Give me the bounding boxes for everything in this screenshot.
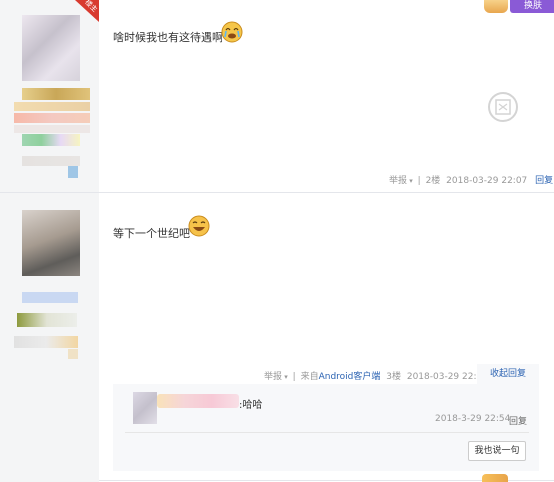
reply-username-blurred[interactable]: [157, 394, 239, 408]
source-prefix: 来自: [300, 372, 319, 382]
avatar-blurred[interactable]: [22, 15, 80, 81]
blurred-block: [22, 156, 80, 166]
blurred-block: [22, 134, 80, 146]
blurred-block: [22, 88, 90, 100]
blurred-block: [17, 313, 77, 327]
laughing-emoji-icon: [188, 215, 210, 237]
post-content: 等下一个世纪吧: [113, 225, 190, 241]
blurred-block: [22, 292, 78, 303]
crying-emoji-icon: [221, 21, 243, 43]
floor-number: 2楼: [425, 176, 441, 186]
skin-button-label: 换肤: [524, 1, 543, 11]
crown-icon: [484, 0, 508, 13]
blurred-block: [68, 166, 78, 178]
blurred-block: [68, 349, 78, 359]
reply-text: :哈哈: [239, 400, 263, 411]
reply-reply-link[interactable]: 回复: [509, 414, 527, 427]
blurred-block: [14, 113, 90, 123]
avatar-blurred[interactable]: [22, 210, 80, 276]
post-meta: 举报 ▾ | 来自Android客户端 3楼 2018-03-29 22:10: [264, 369, 488, 382]
stamp-icon: [486, 91, 520, 125]
dropdown-arrow-icon[interactable]: ▾: [282, 373, 288, 381]
blurred-block: [14, 102, 90, 111]
blurred-block: [14, 336, 78, 348]
report-link[interactable]: 举报: [264, 372, 282, 382]
reply-time: 2018-3-29 22:54: [435, 414, 511, 424]
post-content: 啥时候我也有这待遇啊: [113, 29, 223, 45]
owner-badge: 楼主: [75, 0, 99, 22]
dropdown-arrow-icon[interactable]: ▾: [407, 177, 413, 185]
reply-avatar-blurred[interactable]: [133, 392, 157, 424]
skin-button[interactable]: 换肤: [480, 0, 554, 13]
reply-link[interactable]: 回复: [535, 176, 553, 186]
next-post-emoji-icon: [482, 474, 508, 482]
floor-number: 3楼: [386, 372, 401, 382]
collapse-reply-button[interactable]: 收起回复: [477, 364, 539, 384]
meta-separator: |: [417, 176, 421, 186]
post-meta: 举报 ▾ | 2楼 2018-03-29 22:07 回复: [389, 173, 553, 186]
blurred-block: [14, 125, 90, 133]
author-sidebar-2: [0, 193, 99, 482]
post-time: 2018-03-29 22:07: [446, 176, 528, 186]
post-text: 啥时候我也有这待遇啊: [113, 31, 223, 44]
author-sidebar-1: [0, 0, 99, 192]
post-time: 2018-03-29 22:10: [406, 372, 488, 382]
say-something-button[interactable]: 我也说一句: [468, 441, 526, 461]
report-link[interactable]: 举报: [389, 176, 407, 186]
reply-divider: [125, 432, 529, 433]
source-client-link[interactable]: Android客户端: [319, 372, 381, 382]
meta-separator: |: [292, 372, 296, 382]
post-text: 等下一个世纪吧: [113, 227, 190, 240]
